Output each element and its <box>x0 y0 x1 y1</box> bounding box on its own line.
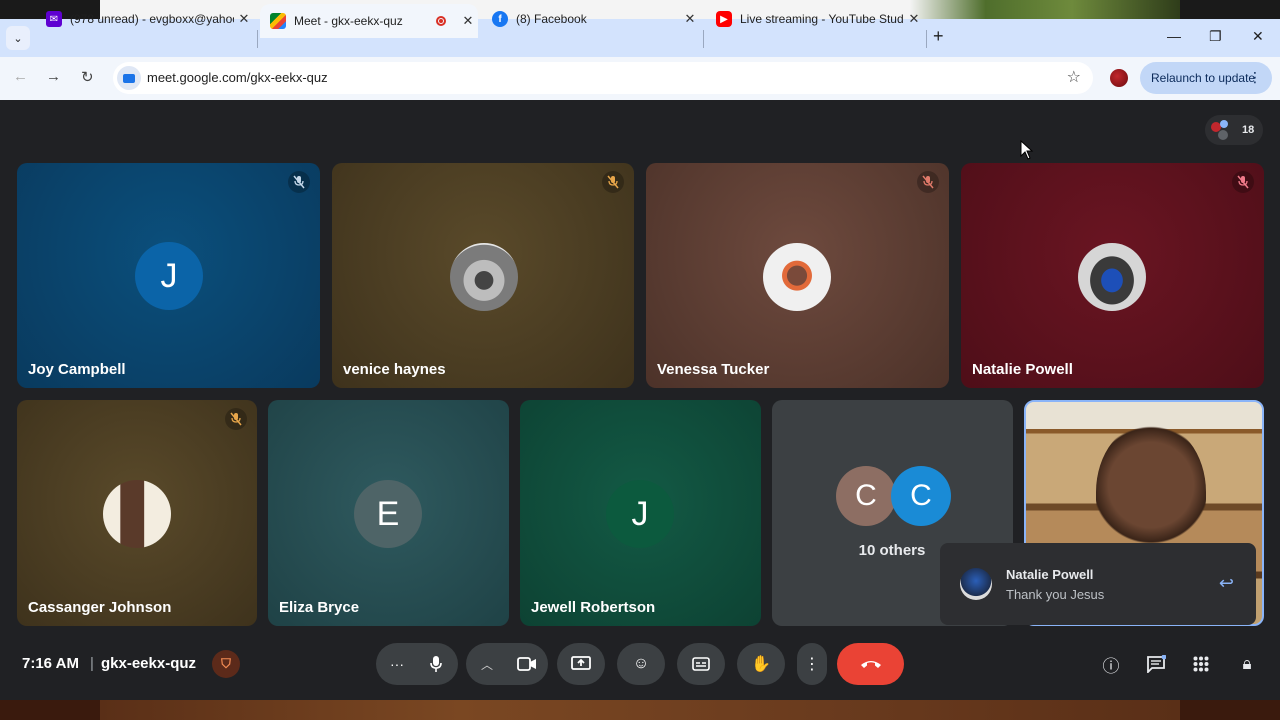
facebook-icon: f <box>492 11 508 27</box>
avatar-photo-koala <box>450 243 518 311</box>
meeting-code: gkx-eekx-quz <box>101 655 197 672</box>
more-vert-icon: ⋮ <box>804 656 820 673</box>
minimize-icon[interactable]: — <box>1167 28 1181 44</box>
youtube-icon: ▶ <box>716 11 732 27</box>
close-tab-icon[interactable]: ✕ <box>234 11 254 27</box>
tab-yahoo-mail[interactable]: ✉ (978 unread) - evgboxx@yahoo ✕ <box>36 0 254 38</box>
avatar: C <box>891 466 951 526</box>
screen-bottom-strip <box>0 700 1280 720</box>
tab-divider <box>926 30 927 48</box>
chat-button[interactable] <box>1144 652 1168 676</box>
avatar: J <box>135 242 203 310</box>
chevron-down-icon: ⌄ <box>13 32 23 45</box>
close-tab-icon[interactable]: ✕ <box>904 11 924 27</box>
yahoo-mail-icon: ✉ <box>46 11 62 27</box>
avatar: J <box>606 480 674 548</box>
tab-google-meet[interactable]: Meet - gkx-eekx-quz ✕ <box>260 4 478 38</box>
present-screen-button[interactable] <box>557 643 605 685</box>
participants-icon <box>1211 120 1233 142</box>
address-bar[interactable]: meet.google.com/gkx-eekx-quz ☆ <box>113 62 1093 94</box>
apps-grid-icon <box>1193 656 1209 672</box>
microphone-button[interactable] <box>415 643 457 685</box>
lock-person-icon: 🔒︎ <box>1242 654 1252 673</box>
captions-icon <box>692 657 710 671</box>
camera-icon <box>517 657 536 671</box>
tab-search-dropdown-button[interactable]: ⌄ <box>6 26 30 50</box>
avatar: E <box>354 480 422 548</box>
captions-button[interactable] <box>677 643 725 685</box>
activities-button[interactable] <box>1189 652 1213 676</box>
participant-tile-venice-haynes[interactable]: venice haynes <box>332 163 634 388</box>
microphone-icon <box>430 656 442 672</box>
participant-tile-eliza-bryce[interactable]: E Eliza Bryce <box>268 400 509 626</box>
mic-off-icon <box>1232 171 1254 193</box>
audio-options-icon[interactable]: ··· <box>390 656 404 672</box>
info-icon: ⓘ <box>1102 656 1120 676</box>
avatar-photo <box>103 480 171 548</box>
chat-icon <box>1147 655 1166 673</box>
meeting-time: 7:16 AM <box>22 655 79 672</box>
tab-divider <box>703 30 704 48</box>
background-image-strip <box>100 700 1180 720</box>
host-controls-icon[interactable]: ⛉ <box>212 650 240 678</box>
reply-arrow-icon[interactable]: ↩ <box>1219 573 1234 594</box>
host-safety-button[interactable]: 🔒︎ <box>1235 652 1259 676</box>
participant-tile-joy-campbell[interactable]: J Joy Campbell <box>17 163 320 388</box>
mouse-cursor-icon <box>1020 140 1034 160</box>
participant-tile-venessa-tucker[interactable]: Venessa Tucker <box>646 163 949 388</box>
hand-icon: ✋ <box>751 656 771 673</box>
camera-button[interactable] <box>506 643 548 685</box>
google-meet-icon <box>270 13 286 29</box>
site-info-icon[interactable] <box>117 66 141 90</box>
avatar: C <box>836 466 896 526</box>
forward-arrow-icon[interactable]: → <box>46 68 61 85</box>
recording-indicator-icon <box>436 16 446 26</box>
avatar <box>960 568 992 600</box>
raise-hand-button[interactable]: ✋ <box>737 643 785 685</box>
avatar-photo <box>763 243 831 311</box>
participant-count-button[interactable]: 18 <box>1205 115 1263 145</box>
mic-off-icon <box>602 171 624 193</box>
window-close-icon[interactable]: ✕ <box>1252 28 1264 45</box>
chevron-up-icon[interactable]: ︿ <box>481 656 493 673</box>
mic-off-icon <box>917 171 939 193</box>
close-tab-icon[interactable]: ✕ <box>458 13 478 29</box>
mic-off-icon <box>288 171 310 193</box>
url-text: meet.google.com/gkx-eekx-quz <box>147 70 328 85</box>
meeting-details-button[interactable]: ⓘ <box>1099 652 1123 676</box>
new-tab-icon[interactable]: + <box>933 26 944 47</box>
avatar-photo <box>1078 243 1146 311</box>
participant-tile-cassanger-johnson[interactable]: Cassanger Johnson <box>17 400 257 626</box>
back-arrow-icon[interactable]: ← <box>13 68 28 85</box>
more-options-button[interactable]: ⋮ <box>797 643 827 685</box>
reactions-button[interactable]: ☺ <box>617 643 665 685</box>
tab-youtube-studio[interactable]: ▶ Live streaming - YouTube Studio ✕ <box>706 0 924 38</box>
audio-controls-group: ··· <box>376 643 458 685</box>
emoji-icon: ☺ <box>632 655 650 672</box>
restore-icon[interactable]: ❐ <box>1209 28 1222 45</box>
mic-off-icon <box>225 408 247 430</box>
video-controls-group: ︿ <box>466 643 548 685</box>
chat-notification[interactable]: Natalie Powell Thank you Jesus ↩ <box>940 543 1256 625</box>
close-tab-icon[interactable]: ✕ <box>680 11 700 27</box>
participant-tile-natalie-powell[interactable]: Natalie Powell <box>961 163 1264 388</box>
reload-icon[interactable]: ↻ <box>81 68 94 86</box>
leave-call-button[interactable] <box>837 643 904 685</box>
participant-tile-jewell-robertson[interactable]: J Jewell Robertson <box>520 400 761 626</box>
relaunch-button[interactable]: Relaunch to update ⋮ <box>1140 62 1272 94</box>
bookmark-star-icon[interactable]: ☆ <box>1067 67 1081 87</box>
more-vert-icon[interactable]: ⋮ <box>1248 69 1262 86</box>
phone-hangup-icon <box>860 661 881 668</box>
present-screen-icon <box>571 656 591 670</box>
divider: | <box>90 655 94 672</box>
tab-facebook[interactable]: f (8) Facebook ✕ <box>482 0 700 38</box>
self-video-person <box>1096 422 1206 562</box>
tab-divider <box>257 30 258 48</box>
profile-avatar[interactable] <box>1110 69 1128 87</box>
